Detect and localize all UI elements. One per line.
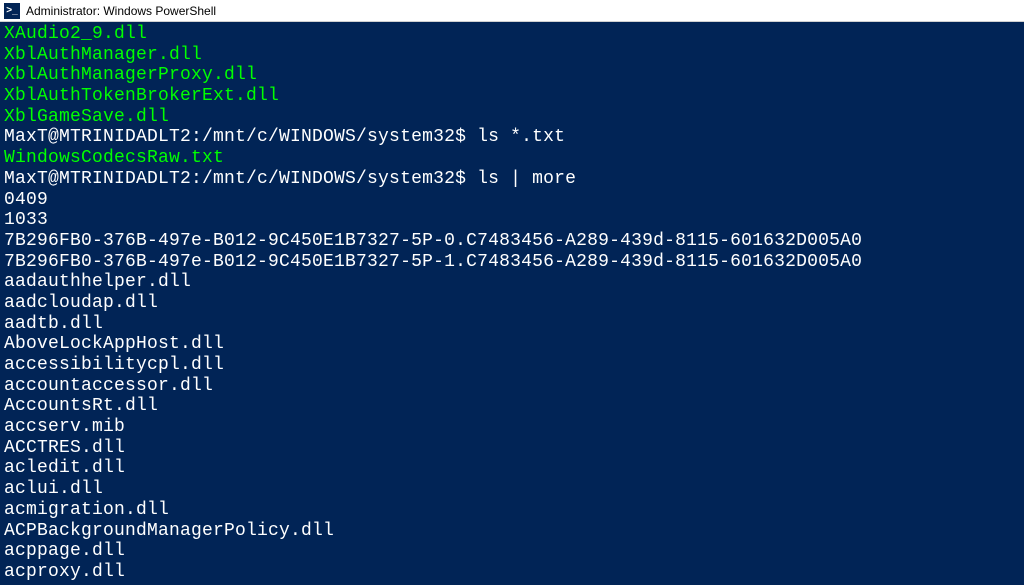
file-listing-item: acledit.dll [4,458,1020,479]
file-listing-item: aadcloudap.dll [4,293,1020,314]
file-listing-item: accountaccessor.dll [4,376,1020,397]
prompt-prefix: MaxT@MTRINIDADLT2:/mnt/c/WINDOWS/system3… [4,169,477,189]
file-listing-item: XblAuthManager.dll [4,45,1020,66]
file-listing-item: XblGameSave.dll [4,107,1020,128]
file-listing-item: aadauthhelper.dll [4,272,1020,293]
prompt-command: ls *.txt [477,127,565,147]
file-listing-item: acmigration.dll [4,500,1020,521]
file-listing-item: 1033 [4,210,1020,231]
file-listing-item: 0409 [4,190,1020,211]
terminal-area[interactable]: XAudio2_9.dll XblAuthManager.dll XblAuth… [0,22,1024,585]
prompt-prefix: MaxT@MTRINIDADLT2:/mnt/c/WINDOWS/system3… [4,127,477,147]
file-listing-item: XAudio2_9.dll [4,24,1020,45]
file-listing-item: ACPBackgroundManagerPolicy.dll [4,521,1020,542]
window-title: Administrator: Windows PowerShell [26,4,216,18]
file-listing-item: ACCTRES.dll [4,438,1020,459]
file-listing-item: 7B296FB0-376B-497e-B012-9C450E1B7327-5P-… [4,252,1020,273]
file-listing-item: 7B296FB0-376B-497e-B012-9C450E1B7327-5P-… [4,231,1020,252]
file-listing-item: AccountsRt.dll [4,396,1020,417]
file-listing-item: accessibilitycpl.dll [4,355,1020,376]
powershell-icon-glyph: >_ [6,5,17,16]
file-listing-item: aclui.dll [4,479,1020,500]
prompt-line: MaxT@MTRINIDADLT2:/mnt/c/WINDOWS/system3… [4,169,1020,190]
file-listing-item: AboveLockAppHost.dll [4,334,1020,355]
powershell-icon: >_ [4,3,20,19]
prompt-command: ls | more [477,169,576,189]
file-listing-item: aadtb.dll [4,314,1020,335]
file-listing-item: WindowsCodecsRaw.txt [4,148,1020,169]
file-listing-item: accserv.mib [4,417,1020,438]
window-titlebar[interactable]: >_ Administrator: Windows PowerShell [0,0,1024,22]
file-listing-item: XblAuthTokenBrokerExt.dll [4,86,1020,107]
file-listing-item: acproxy.dll [4,562,1020,583]
prompt-line: MaxT@MTRINIDADLT2:/mnt/c/WINDOWS/system3… [4,127,1020,148]
file-listing-item: acppage.dll [4,541,1020,562]
file-listing-item: XblAuthManagerProxy.dll [4,65,1020,86]
